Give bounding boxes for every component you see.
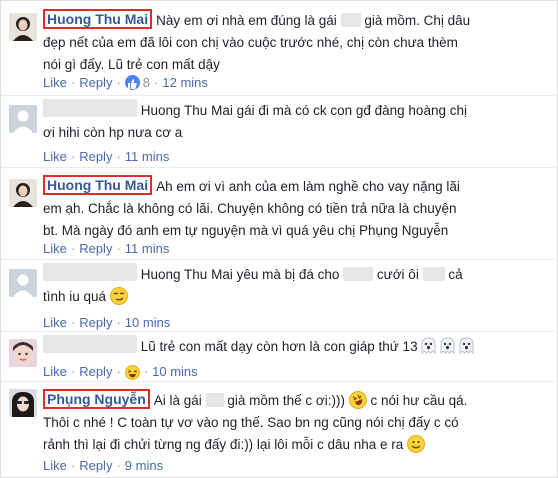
comment-text: rảnh thì lại đi chửi từng ng đấy đi:)) l… — [43, 437, 404, 452]
comment-actions: Like · Reply · 11 mins — [43, 149, 170, 164]
commenter-name[interactable]: Phụng Nguyễn — [43, 389, 150, 409]
blurred-name — [43, 335, 137, 353]
blurred-name — [43, 99, 137, 117]
comment-text: tình iu quá — [43, 289, 107, 304]
comment-text: Huong Thu Mai yêu mà bị đá cho — [140, 267, 340, 282]
divider — [1, 95, 558, 96]
blurred-word — [205, 393, 224, 407]
comment-actions: Like · Reply · 8 · 12 mins — [43, 75, 208, 90]
comment-text: em ạh. Chắc là không có lãi. Chuyện khôn… — [43, 201, 457, 216]
divider — [1, 259, 558, 260]
avatar[interactable] — [9, 105, 37, 133]
rofl-emoji-icon — [348, 391, 367, 409]
comment-body: Lũ trẻ con mất dạy còn hơn là con giáp t… — [43, 335, 551, 358]
divider — [1, 331, 558, 332]
like-link[interactable]: Like — [43, 458, 67, 473]
commenter-name[interactable]: Huong Thu Mai — [43, 175, 153, 195]
ghost-icon — [440, 337, 455, 354]
avatar[interactable] — [9, 339, 37, 367]
comment-text: nói gì đấy. Lũ trẻ con mất dậy — [43, 57, 220, 72]
comment-text: cưới ôi — [376, 267, 419, 282]
like-link[interactable]: Like — [43, 364, 67, 379]
comment-text: Huong Thu Mai gái đi mà có ck con gđ đàn… — [140, 103, 467, 118]
divider — [1, 167, 558, 168]
comment-text: Thôi c nhé ! C toàn tự vơ vào ng thế. Sa… — [43, 415, 459, 430]
smile-emoji-icon — [407, 435, 426, 453]
comment-body: Huong Thu Mai gái đi mà có ck con gđ đàn… — [43, 99, 551, 144]
comment-text: già mồm thế c ơi:))) — [227, 393, 345, 408]
timestamp[interactable]: 9 mins — [125, 458, 163, 473]
like-link[interactable]: Like — [43, 241, 67, 256]
avatar[interactable] — [9, 389, 37, 417]
blurred-word — [343, 267, 374, 281]
like-count[interactable]: 8 — [143, 75, 150, 90]
laughing-emoji-icon — [124, 365, 140, 380]
comment-text: Ah em ơi vì anh của em làm nghề cho vay … — [156, 179, 460, 194]
comment-body: Phụng Nguyễn Ai là gái già mồm thế c ơi:)… — [43, 389, 551, 456]
comment-text: Này em ơi nhà em đúng là gái — [156, 13, 337, 28]
comment-body: Huong Thu Mai yêu mà bị đá cho cưới ôi c… — [43, 263, 551, 308]
comment-text: bt. Mà ngày đó anh em tự nguyện mà vì qu… — [43, 223, 449, 238]
smirk-emoji-icon — [109, 287, 128, 305]
comment-text: cả — [448, 267, 463, 282]
timestamp[interactable]: 10 mins — [152, 364, 198, 379]
comment-text: đẹp nết của em đã lôi con chị vào cuộc t… — [43, 35, 458, 50]
ghost-icon — [459, 337, 474, 354]
like-link[interactable]: Like — [43, 315, 67, 330]
comment-text: Lũ trẻ con mất dạy còn hơn là con giáp t… — [140, 339, 418, 354]
comment-text: Ai là gái — [153, 393, 202, 408]
timestamp[interactable]: 11 mins — [125, 149, 170, 164]
like-link[interactable]: Like — [43, 149, 67, 164]
thumbs-up-icon — [124, 75, 140, 90]
reply-link[interactable]: Reply — [79, 364, 112, 379]
blurred-name — [43, 263, 137, 281]
comment-actions: Like · Reply · · 10 mins — [43, 364, 198, 380]
reply-link[interactable]: Reply — [79, 149, 112, 164]
comment-actions: Like · Reply · 11 mins — [43, 241, 170, 256]
comment-actions: Like · Reply · 9 mins — [43, 458, 164, 473]
comment-text: già mồm. Chị dâu — [364, 13, 471, 28]
ghost-icon — [421, 337, 436, 354]
comment-text: c nói hư cầu qá. — [370, 393, 468, 408]
commenter-name[interactable]: Huong Thu Mai — [43, 9, 153, 29]
comment-body: Huong Thu Mai Ah em ơi vì anh của em làm … — [43, 175, 551, 242]
comment-body: Huong Thu Mai Này em ơi nhà em đúng là gá… — [43, 9, 551, 76]
divider — [1, 381, 558, 382]
reply-link[interactable]: Reply — [79, 75, 112, 90]
reply-link[interactable]: Reply — [79, 458, 112, 473]
blurred-word — [340, 13, 361, 27]
avatar[interactable] — [9, 269, 37, 297]
avatar[interactable] — [9, 13, 37, 41]
comment-thread: Huong Thu Mai Này em ơi nhà em đúng là gá… — [0, 0, 558, 478]
like-link[interactable]: Like — [43, 75, 67, 90]
timestamp[interactable]: 10 mins — [125, 315, 171, 330]
avatar[interactable] — [9, 179, 37, 207]
timestamp[interactable]: 12 mins — [162, 75, 208, 90]
timestamp[interactable]: 11 mins — [125, 241, 170, 256]
blurred-word — [422, 267, 445, 281]
reply-link[interactable]: Reply — [79, 315, 112, 330]
reply-link[interactable]: Reply — [79, 241, 112, 256]
comment-actions: Like · Reply · 10 mins — [43, 315, 171, 330]
comment-text: ơi hihi còn hp nưa cơ a — [43, 125, 183, 140]
